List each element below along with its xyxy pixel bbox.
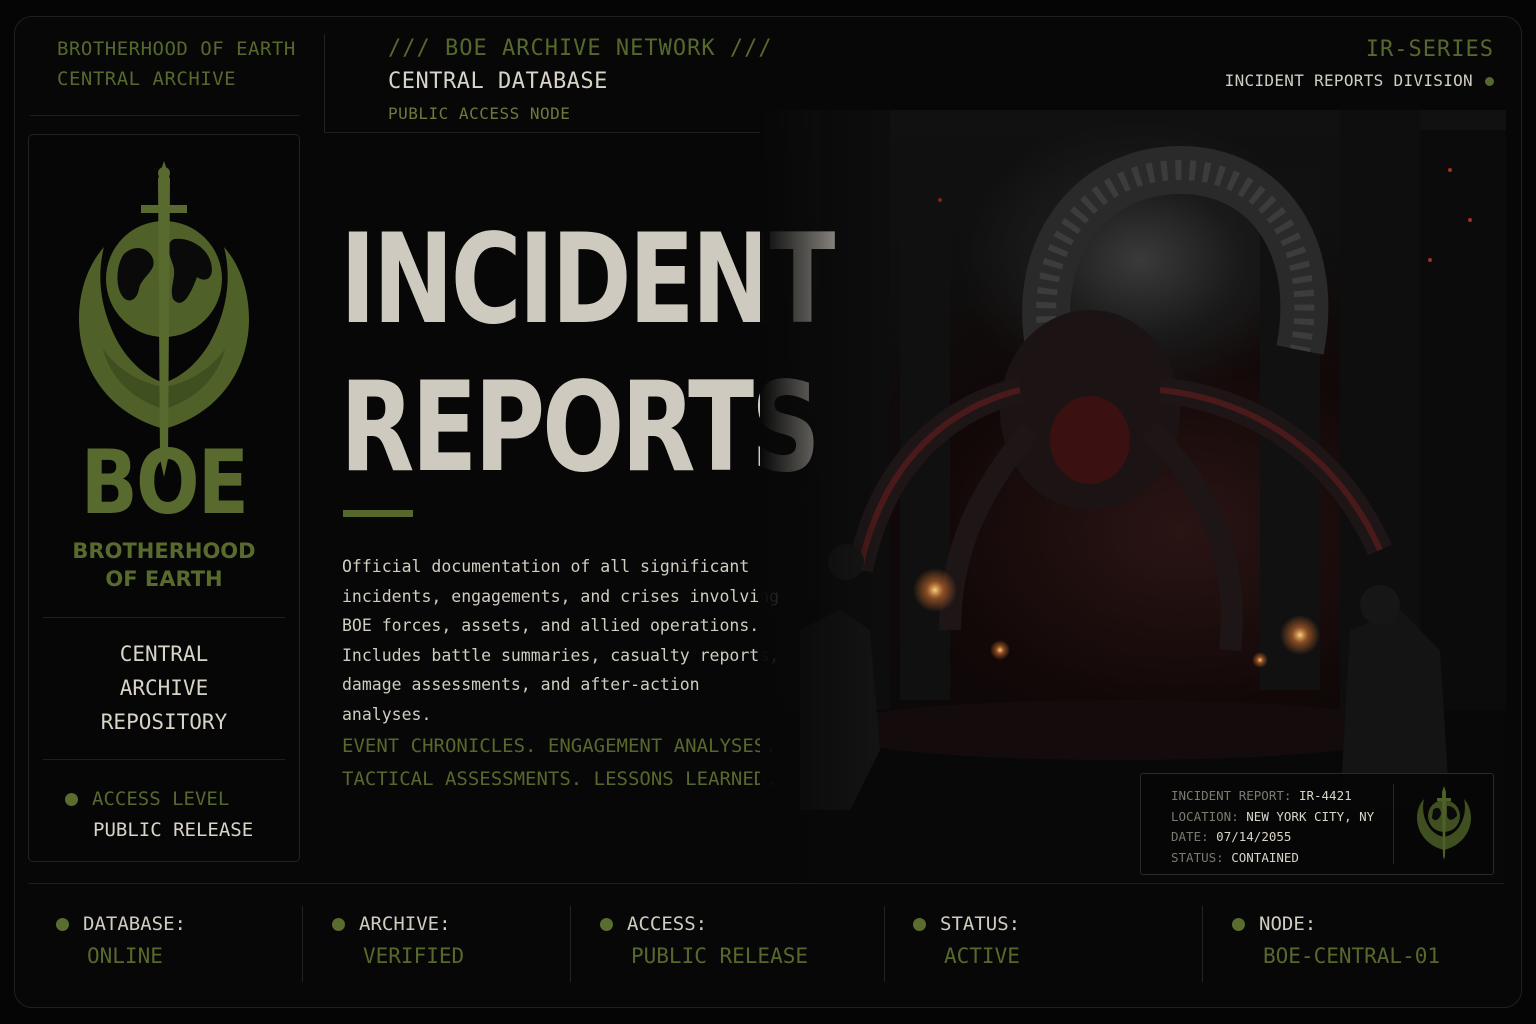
status-value: VERIFIED xyxy=(363,944,465,968)
status-divider xyxy=(302,906,303,982)
status-archive: ARCHIVE: VERIFIED xyxy=(332,908,464,984)
status-value: ONLINE xyxy=(87,944,163,968)
incident-report-value: IR-4421 xyxy=(1298,788,1352,803)
sidebar-divider xyxy=(43,759,285,760)
status-label: ARCHIVE: xyxy=(359,913,451,935)
status-dot-icon xyxy=(332,917,345,931)
access-level-value: PUBLIC RELEASE xyxy=(93,819,254,841)
incident-status-key: STATUS: xyxy=(1171,850,1224,866)
sidebar: BOE BROTHERHOOD OF EARTH CENTRAL ARCHIVE… xyxy=(28,134,300,862)
incident-details: INCIDENT REPORT: IR-4421 LOCATION: NEW Y… xyxy=(1171,786,1374,869)
status-value: BOE-CENTRAL-01 xyxy=(1263,944,1441,968)
incident-report-row: INCIDENT REPORT: IR-4421 xyxy=(1171,786,1374,807)
status-label: STATUS: xyxy=(940,913,1021,935)
status-dot-icon xyxy=(913,917,926,931)
repository-label: CENTRAL ARCHIVE REPOSITORY xyxy=(29,637,299,739)
org-line-1: BROTHERHOOD OF EARTH xyxy=(57,38,296,60)
org-name-line-2: OF EARTH xyxy=(105,567,223,591)
status-bar: DATABASE: ONLINE ARCHIVE: VERIFIED ACCES… xyxy=(28,883,1504,995)
status-state: STATUS: ACTIVE xyxy=(913,908,1020,984)
monster-battle-illustration xyxy=(760,110,1506,882)
incident-location-value: NEW YORK CITY, NY xyxy=(1246,808,1375,824)
database-title: CENTRAL DATABASE xyxy=(388,69,608,94)
division-label: INCIDENT REPORTS DIVISION xyxy=(1225,66,1494,96)
status-divider xyxy=(1202,906,1203,982)
repo-line-2: ARCHIVE xyxy=(119,676,209,700)
status-dot-icon xyxy=(600,917,613,931)
division-text: INCIDENT REPORTS DIVISION xyxy=(1224,71,1473,90)
series-code: IR-SERIES xyxy=(1365,37,1494,62)
status-node: NODE: BOE-CENTRAL-01 xyxy=(1232,908,1440,984)
title-accent-bar xyxy=(343,510,413,517)
status-dot-icon xyxy=(65,792,78,806)
network-title: /// BOE ARCHIVE NETWORK /// xyxy=(388,36,773,61)
status-dot-icon xyxy=(1485,76,1494,86)
header-divider xyxy=(324,34,325,132)
incident-location-row: LOCATION: NEW YORK CITY, NY xyxy=(1171,807,1374,828)
status-label: DATABASE: xyxy=(83,913,186,935)
page-tagline: EVENT CHRONICLES. ENGAGEMENT ANALYSES. T… xyxy=(342,735,777,790)
status-dot-icon xyxy=(1232,917,1245,931)
page-description: Official documentation of all significan… xyxy=(342,557,780,724)
title-line-1: INCIDENT xyxy=(340,208,835,352)
repo-line-3: REPOSITORY xyxy=(100,710,228,734)
access-node-label: PUBLIC ACCESS NODE xyxy=(388,104,571,123)
status-dot-icon xyxy=(56,917,69,931)
header-rule xyxy=(324,132,826,133)
incident-location-key: LOCATION: xyxy=(1171,808,1239,824)
org-name-line-1: BROTHERHOOD xyxy=(72,539,256,563)
series-header: IR-SERIES INCIDENT REPORTS DIVISION xyxy=(1225,34,1494,96)
status-label: ACCESS: xyxy=(627,913,708,935)
access-level: ACCESS LEVEL PUBLIC RELEASE xyxy=(65,783,253,845)
status-divider xyxy=(570,906,571,982)
repo-line-1: CENTRAL xyxy=(119,642,209,666)
org-name: BROTHERHOOD OF EARTH xyxy=(29,537,299,593)
org-header: BROTHERHOOD OF EARTH CENTRAL ARCHIVE xyxy=(30,34,300,116)
incident-summary-card[interactable]: INCIDENT REPORT: IR-4421 LOCATION: NEW Y… xyxy=(1140,773,1494,875)
network-header: /// BOE ARCHIVE NETWORK /// CENTRAL DATA… xyxy=(388,34,773,127)
status-divider xyxy=(884,906,885,982)
sword-globe-wings-emblem-icon xyxy=(1417,786,1471,860)
title-line-2: REPORTS xyxy=(340,356,821,500)
access-level-label: ACCESS LEVEL xyxy=(92,788,230,810)
hero-artwork xyxy=(760,110,1506,882)
status-label: NODE: xyxy=(1259,913,1317,935)
card-divider xyxy=(1393,784,1394,864)
status-value: ACTIVE xyxy=(944,944,1020,968)
page-title: INCIDENT REPORTS xyxy=(340,206,835,502)
boe-logo-text: BOE xyxy=(80,431,249,534)
status-value: PUBLIC RELEASE xyxy=(631,944,809,968)
org-line-2: CENTRAL ARCHIVE xyxy=(57,68,237,90)
sidebar-divider xyxy=(43,617,285,618)
incident-status-row: STATUS: CONTAINED xyxy=(1171,848,1374,869)
status-database: DATABASE: ONLINE xyxy=(56,908,186,984)
incident-date-value: 07/14/2055 xyxy=(1216,829,1292,845)
incident-date-row: DATE: 07/14/2055 xyxy=(1171,827,1374,848)
incident-report-key: INCIDENT REPORT: xyxy=(1171,788,1292,803)
incident-status-value: CONTAINED xyxy=(1231,850,1299,866)
incident-date-key: DATE: xyxy=(1171,829,1209,845)
status-access: ACCESS: PUBLIC RELEASE xyxy=(600,908,808,984)
